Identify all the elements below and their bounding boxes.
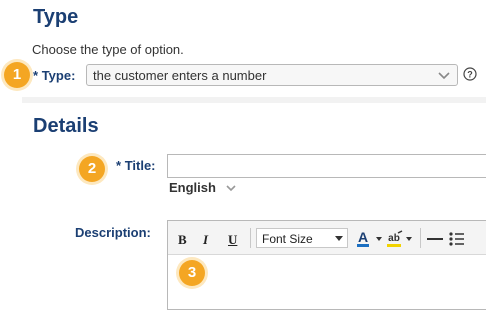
required-marker: * <box>33 68 39 83</box>
dropdown-arrow-icon <box>335 236 343 241</box>
svg-text:A: A <box>358 229 368 245</box>
horizontal-rule-icon[interactable] <box>426 229 444 249</box>
type-label-text: Type: <box>41 68 76 83</box>
toolbar-separator <box>420 228 421 248</box>
chevron-down-icon[interactable] <box>225 182 237 194</box>
required-marker: * <box>116 158 122 173</box>
toolbar-separator <box>250 228 251 248</box>
title-input[interactable] <box>167 154 486 178</box>
section-divider <box>22 97 486 103</box>
italic-button[interactable]: I <box>203 232 208 248</box>
svg-text:ab: ab <box>388 233 400 244</box>
step-badge-2: 2 <box>79 156 105 182</box>
type-field-label: * Type: <box>33 68 75 83</box>
language-selector[interactable]: English <box>169 180 216 195</box>
help-icon[interactable]: ? <box>463 67 477 81</box>
font-size-label: Font Size <box>262 232 313 246</box>
details-section-title: Details <box>33 115 99 137</box>
bold-button[interactable]: B <box>178 232 187 248</box>
type-description: Choose the type of option. <box>32 42 184 57</box>
type-select-value: the customer enters a number <box>93 68 267 83</box>
editor-toolbar: B I U Font Size A ab <box>168 221 486 255</box>
bullet-list-icon[interactable] <box>448 229 466 249</box>
step-badge-1: 1 <box>4 62 30 88</box>
font-color-icon[interactable]: A <box>356 229 386 249</box>
underline-button[interactable]: U <box>228 232 237 248</box>
description-label: Description: <box>75 225 151 240</box>
font-size-select[interactable]: Font Size <box>256 228 348 248</box>
title-label-text: Title: <box>124 158 156 173</box>
svg-text:?: ? <box>467 70 473 80</box>
type-section-title: Type <box>33 6 79 28</box>
chevron-down-icon <box>438 72 450 80</box>
highlight-color-icon[interactable]: ab <box>386 229 416 249</box>
description-editor[interactable]: B I U Font Size A ab <box>167 220 486 310</box>
title-field-label: * Title: <box>116 158 156 173</box>
type-select[interactable]: the customer enters a number <box>86 64 458 86</box>
step-badge-3: 3 <box>179 260 205 286</box>
